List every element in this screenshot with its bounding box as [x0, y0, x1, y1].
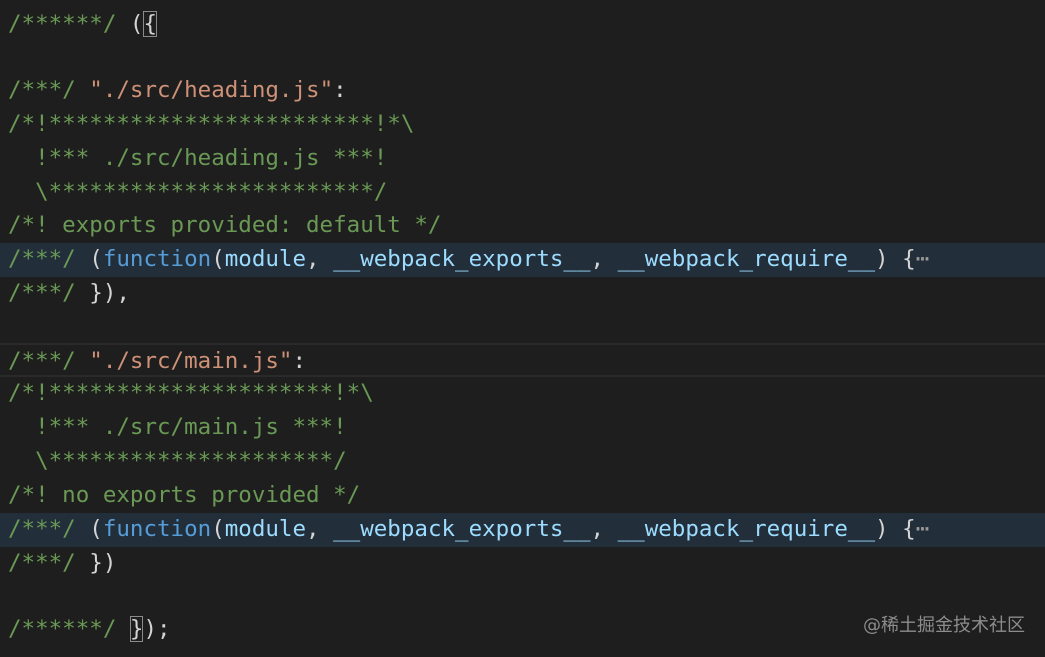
- comment-token: /***/: [8, 550, 76, 576]
- watermark-text: @稀土掘金技术社区: [863, 615, 1025, 636]
- keyword-token: function: [102, 246, 212, 272]
- code-line[interactable]: \*********************/: [0, 445, 1045, 479]
- param-token: module: [224, 516, 307, 542]
- punctuation-token: (: [116, 11, 144, 37]
- matched-bracket: {: [143, 11, 158, 37]
- comment-token: /*!************************!*\: [8, 111, 415, 137]
- punctuation-token: :: [333, 77, 347, 103]
- punctuation-token: ,: [306, 516, 334, 542]
- string-token: "./src/main.js": [89, 348, 293, 374]
- punctuation-token: ,: [590, 516, 618, 542]
- param-token: module: [224, 246, 307, 272]
- comment-token: /***/: [8, 516, 76, 542]
- punctuation-token: (: [75, 516, 103, 542]
- param-token: __webpack_exports__: [333, 246, 591, 272]
- code-line[interactable]: !*** ./src/main.js ***!: [0, 411, 1045, 445]
- code-line[interactable]: /*!************************!*\: [0, 108, 1045, 142]
- matched-bracket: }: [129, 616, 144, 642]
- comment-token: /******/: [8, 11, 117, 37]
- folded-code-line[interactable]: /***/ (function(module, __webpack_export…: [0, 243, 1045, 277]
- punctuation-token: }): [75, 550, 117, 576]
- punctuation-token: (: [211, 516, 225, 542]
- comment-token: /***/: [8, 77, 76, 103]
- punctuation-token: ,: [306, 246, 334, 272]
- code-line[interactable]: /******/ ({: [0, 8, 1045, 42]
- param-token: __webpack_exports__: [333, 516, 591, 542]
- comment-token: /*! exports provided: default */: [8, 212, 442, 238]
- punctuation-token: }),: [75, 280, 130, 306]
- code-line[interactable]: \************************/: [0, 176, 1045, 210]
- code-line[interactable]: /*!*********************!*\: [0, 377, 1045, 411]
- punctuation-token: ) {: [875, 246, 916, 272]
- param-token: __webpack_require__: [617, 516, 875, 542]
- code-line[interactable]: /*! exports provided: default */: [0, 209, 1045, 243]
- string-token: "./src/heading.js": [89, 77, 334, 103]
- code-line[interactable]: /***/ "./src/main.js":: [0, 343, 1045, 377]
- comment-token: /***/: [8, 348, 76, 374]
- comment-token: \*********************/: [8, 448, 347, 474]
- punctuation-token: ,: [590, 246, 618, 272]
- comment-token: /***/: [8, 280, 76, 306]
- code-line[interactable]: /***/ "./src/heading.js":: [0, 74, 1045, 108]
- fold-ellipsis-icon[interactable]: ⋯: [916, 516, 930, 542]
- code-editor[interactable]: /******/ ({ /***/ "./src/heading.js": /*…: [0, 0, 1045, 657]
- punctuation-token: ) {: [875, 516, 916, 542]
- code-line[interactable]: !*** ./src/heading.js ***!: [0, 142, 1045, 176]
- comment-token: !*** ./src/heading.js ***!: [8, 145, 388, 171]
- punctuation-token: );: [143, 616, 171, 642]
- comment-token: /*!*********************!*\: [8, 380, 374, 406]
- code-line[interactable]: /***/ }),: [0, 277, 1045, 311]
- param-token: __webpack_require__: [617, 246, 875, 272]
- comment-token: /******/: [8, 616, 117, 642]
- punctuation-token: (: [75, 246, 103, 272]
- code-line[interactable]: /***/ }): [0, 547, 1045, 581]
- keyword-token: function: [102, 516, 212, 542]
- folded-code-line[interactable]: /***/ (function(module, __webpack_export…: [0, 513, 1045, 547]
- code-line[interactable]: /*! no exports provided */: [0, 479, 1045, 513]
- comment-token: /***/: [8, 246, 76, 272]
- punctuation-token: :: [292, 348, 307, 374]
- comment-token: \************************/: [8, 179, 388, 205]
- comment-token: /*! no exports provided */: [8, 482, 361, 508]
- comment-token: !*** ./src/main.js ***!: [8, 414, 347, 440]
- punctuation-token: (: [211, 246, 225, 272]
- fold-ellipsis-icon[interactable]: ⋯: [916, 246, 930, 272]
